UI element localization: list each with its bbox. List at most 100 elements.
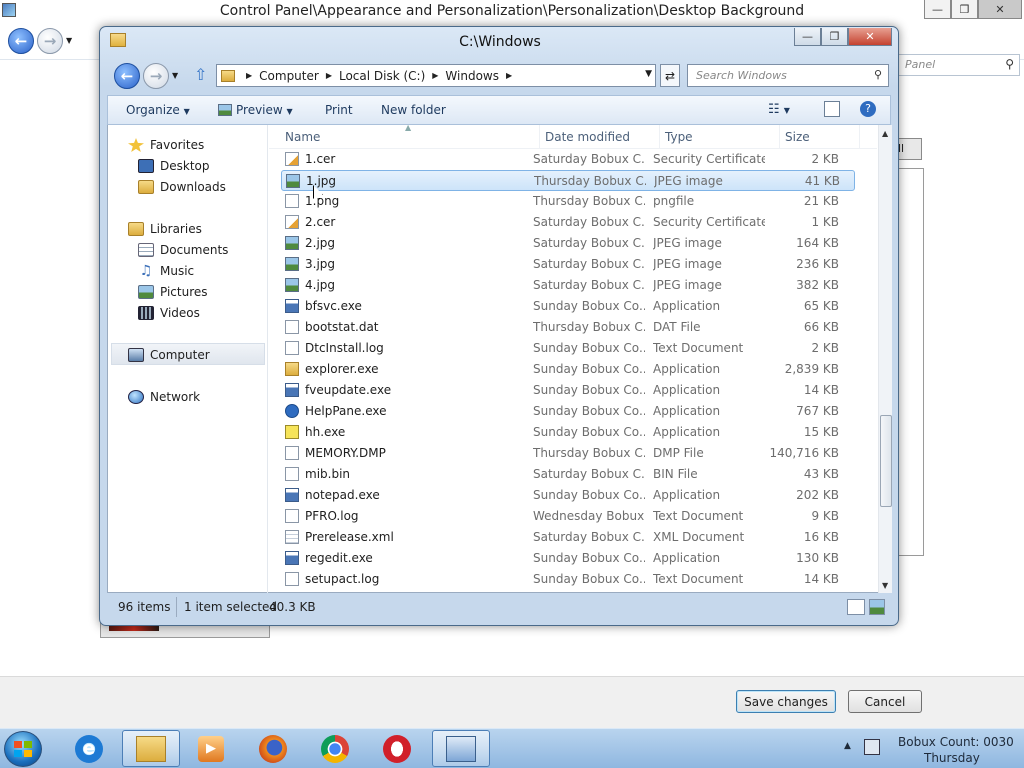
- close-icon[interactable]: ✕: [978, 0, 1022, 19]
- minimize-icon[interactable]: —: [794, 28, 821, 46]
- column-divider[interactable]: [659, 125, 660, 149]
- nav-computer[interactable]: Computer: [128, 345, 210, 365]
- start-button[interactable]: [4, 731, 42, 767]
- videos-icon: [138, 306, 154, 320]
- table-row[interactable]: HelpPane.exe Sunday Bobux Co... Applicatio…: [281, 401, 855, 422]
- minimize-icon[interactable]: —: [924, 0, 951, 19]
- table-row[interactable]: notepad.exe Sunday Bobux Co... Application…: [281, 485, 855, 506]
- nav-favorites-label: Favorites: [150, 138, 205, 152]
- scrollbar-thumb[interactable]: [880, 415, 892, 507]
- preview-pane-icon[interactable]: [824, 101, 840, 117]
- table-row[interactable]: PFRO.log Wednesday Bobux... Text Document 9…: [281, 506, 855, 527]
- details-view-icon[interactable]: [847, 599, 865, 615]
- show-hidden-icons-icon[interactable]: ▲: [844, 741, 851, 751]
- taskbar-control-panel[interactable]: [432, 730, 490, 767]
- nav-desktop[interactable]: Desktop: [138, 156, 210, 176]
- select-all-button[interactable]: ll: [896, 138, 922, 160]
- table-row[interactable]: regedit.exe Sunday Bobux Co... Application…: [281, 548, 855, 569]
- history-dropdown-icon[interactable]: ▼: [66, 36, 72, 45]
- breadcrumb-computer[interactable]: Computer: [259, 69, 319, 83]
- new-folder-button[interactable]: New folder: [381, 103, 446, 117]
- close-icon[interactable]: ✕: [848, 28, 892, 46]
- forward-arrow-icon[interactable]: →: [143, 63, 169, 89]
- nav-favorites[interactable]: Favorites: [128, 135, 204, 155]
- table-row[interactable]: hh.exe Sunday Bobux Co... Application 15 KB: [281, 422, 855, 443]
- chevron-right-icon[interactable]: ▶: [326, 71, 332, 80]
- table-row[interactable]: 2.cer Saturday Bobux C... Security Certifi…: [281, 212, 855, 233]
- column-header-name[interactable]: Name: [285, 130, 320, 144]
- chevron-right-icon[interactable]: ▶: [432, 71, 438, 80]
- table-row[interactable]: 1.png Thursday Bobux C... pngfile 21 KB: [281, 191, 855, 212]
- nav-pictures[interactable]: Pictures: [138, 282, 208, 302]
- table-row[interactable]: MEMORY.DMP Thursday Bobux C... DMP File 140…: [281, 443, 855, 464]
- clock-line-2[interactable]: Thursday: [924, 751, 980, 765]
- column-divider[interactable]: [779, 125, 780, 149]
- taskbar-chrome[interactable]: [306, 730, 364, 767]
- file-size: 1 KB: [811, 215, 839, 229]
- desktop-icon: [138, 159, 154, 173]
- scroll-up-icon[interactable]: ▲: [882, 129, 888, 138]
- breadcrumb-local-disk[interactable]: Local Disk (C:): [339, 69, 425, 83]
- column-header-date[interactable]: Date modified: [545, 130, 630, 144]
- table-row[interactable]: 3.jpg Saturday Bobux C... JPEG image 236 KB: [281, 254, 855, 275]
- table-row[interactable]: setupact.log Sunday Bobux Co... Text Docum…: [281, 569, 855, 590]
- cancel-button[interactable]: Cancel: [848, 690, 922, 713]
- table-row[interactable]: 1.cer Saturday Bobux C... Security Certifi…: [281, 149, 855, 170]
- nav-libraries[interactable]: Libraries: [128, 219, 202, 239]
- search-input[interactable]: Search Windows ⚲: [687, 64, 889, 87]
- table-row[interactable]: bfsvc.exe Sunday Bobux Co... Application 65…: [281, 296, 855, 317]
- table-row[interactable]: explorer.exe Sunday Bobux Co... Applicatio…: [281, 359, 855, 380]
- table-row[interactable]: 2.jpg Saturday Bobux C... JPEG image 164 KB: [281, 233, 855, 254]
- maximize-icon[interactable]: ❐: [821, 28, 848, 46]
- file-name: 1.jpg: [306, 174, 337, 188]
- print-button[interactable]: Print: [325, 103, 353, 117]
- refresh-icon[interactable]: ⇄: [660, 64, 680, 87]
- chevron-right-icon[interactable]: ▶: [506, 71, 512, 80]
- save-changes-button[interactable]: Save changes: [736, 690, 836, 713]
- column-header-size[interactable]: Size: [785, 130, 810, 144]
- back-arrow-icon[interactable]: ←: [8, 28, 34, 54]
- nav-documents[interactable]: Documents: [138, 240, 228, 260]
- taskbar-internet-explorer[interactable]: e: [60, 730, 118, 767]
- chevron-down-icon[interactable]: ▼: [645, 69, 652, 79]
- clock-line-1[interactable]: Bobux Count: 0030: [898, 735, 1014, 749]
- address-bar[interactable]: ▶ Computer ▶ Local Disk (C:) ▶ Windows ▶…: [216, 64, 656, 87]
- taskbar-opera[interactable]: [368, 730, 426, 767]
- nav-videos[interactable]: Videos: [138, 303, 200, 323]
- back-arrow-icon[interactable]: ←: [114, 63, 140, 89]
- nav-network[interactable]: Network: [128, 387, 200, 407]
- history-dropdown-icon[interactable]: ▼: [172, 71, 178, 80]
- table-row[interactable]: 1.jpg Thursday Bobux C... JPEG image 41 KB: [281, 170, 855, 191]
- maximize-icon[interactable]: ❐: [951, 0, 978, 19]
- table-row[interactable]: DtcInstall.log Sunday Bobux Co... Text Doc…: [281, 338, 855, 359]
- file-size: 65 KB: [803, 299, 839, 313]
- organize-button[interactable]: Organize ▼: [126, 103, 190, 117]
- breadcrumb-windows[interactable]: Windows: [445, 69, 499, 83]
- table-row[interactable]: 4.jpg Saturday Bobux C... JPEG image 382 KB: [281, 275, 855, 296]
- control-panel-search[interactable]: Panel ⚲: [898, 54, 1020, 76]
- taskbar-file-explorer[interactable]: [122, 730, 180, 767]
- preview-button[interactable]: Preview ▼: [218, 103, 293, 117]
- table-row[interactable]: bootstat.dat Thursday Bobux C... DAT File 6…: [281, 317, 855, 338]
- network-status-icon[interactable]: [864, 739, 880, 755]
- nav-music[interactable]: ♫ Music: [138, 261, 194, 281]
- taskbar-media-player[interactable]: ▶: [182, 730, 240, 767]
- vertical-scrollbar[interactable]: ▲ ▼: [878, 125, 892, 593]
- nav-downloads[interactable]: Downloads: [138, 177, 226, 197]
- taskbar-firefox[interactable]: [244, 730, 302, 767]
- column-header-type[interactable]: Type: [665, 130, 693, 144]
- forward-arrow-icon[interactable]: →: [37, 28, 63, 54]
- up-arrow-icon[interactable]: ⇧: [194, 65, 207, 84]
- scroll-down-icon[interactable]: ▼: [882, 581, 888, 590]
- column-divider[interactable]: [859, 125, 860, 149]
- column-divider[interactable]: [539, 125, 540, 149]
- table-row[interactable]: mib.bin Saturday Bobux C... BIN File 43 KB: [281, 464, 855, 485]
- table-row[interactable]: Prerelease.xml Saturday Bobux C... XML Doc…: [281, 527, 855, 548]
- help-icon[interactable]: ?: [860, 101, 876, 117]
- large-icons-view-icon[interactable]: [869, 599, 885, 615]
- dialog-content: Favorites Desktop Downloads Libraries Do…: [107, 123, 892, 593]
- view-options-icon[interactable]: ☷ ▼: [768, 102, 790, 117]
- file-date: Sunday Bobux Co...: [533, 551, 645, 565]
- table-row[interactable]: fveupdate.exe Sunday Bobux Co... Applicati…: [281, 380, 855, 401]
- file-type: JPEG image: [653, 236, 722, 250]
